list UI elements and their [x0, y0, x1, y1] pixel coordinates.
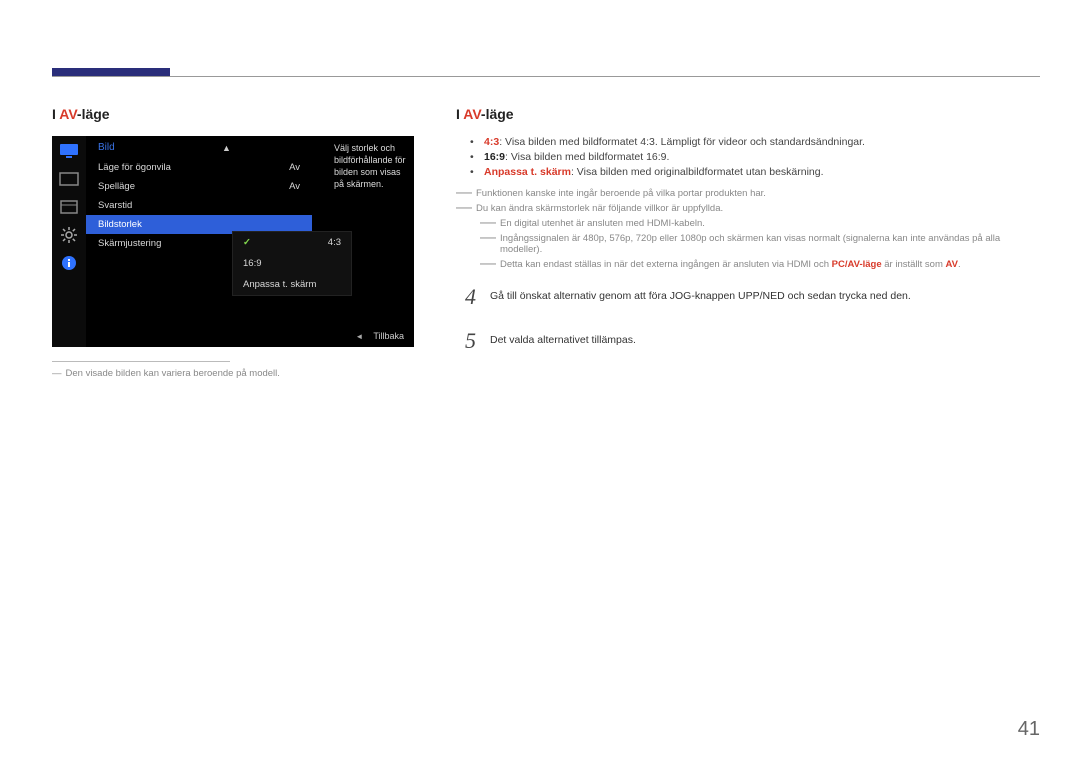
box-icon [58, 198, 80, 216]
check-icon: ✓ [243, 237, 251, 248]
bullet-lead: Anpassa t. skärm [484, 166, 571, 178]
heading-accent: AV [463, 106, 481, 122]
footnote-text: Den visade bilden kan variera beroende p… [66, 368, 280, 379]
step-text: Gå till önskat alternativ genom att föra… [490, 284, 911, 302]
info-icon [58, 254, 80, 272]
osd-row[interactable]: Svarstid [86, 196, 312, 215]
note-text: Ingångssignalen är 480p, 576p, 720p elle… [500, 233, 1040, 255]
osd-row[interactable]: Spelläge Av [86, 177, 312, 196]
note-line: ―En digital utenhet är ansluten med HDMI… [480, 218, 1040, 229]
step-number: 4 [456, 284, 476, 310]
bullet-list: 4:3: Visa bilden med bildformatet 4:3. L… [470, 136, 1040, 178]
step-number: 5 [456, 328, 476, 354]
note-text: Funktionen kanske inte ingår beroende på… [476, 188, 766, 199]
bullet-item: Anpassa t. skärm: Visa bilden med origin… [470, 166, 1040, 178]
bullet-lead: 16:9 [484, 151, 505, 163]
section-heading-right: I AV-läge [456, 106, 1040, 122]
osd-row-label: Spelläge [98, 181, 135, 192]
osd-row-value: Av [289, 181, 300, 192]
footnote: ―Den visade bilden kan variera beroende … [52, 368, 422, 379]
gear-icon [58, 226, 80, 244]
note-line: ―Detta kan endast ställas in när det ext… [480, 259, 1040, 270]
note-line: ―Du kan ändra skärmstorlek när följande … [456, 203, 1040, 214]
bullet-item: 4:3: Visa bilden med bildformatet 4:3. L… [470, 136, 1040, 148]
section-heading-left: I AV-läge [52, 106, 422, 122]
osd-sub-label: Anpassa t. skärm [243, 279, 316, 290]
triangle-left-icon: ◄ [355, 332, 363, 341]
note-text: Du kan ändra skärmstorlek när följande v… [476, 203, 723, 214]
osd-screenshot: Bild ▲ Läge för ögonvilaAv SpellägeAv Sv… [52, 136, 414, 347]
bullet-item: 16:9: Visa bilden med bildformatet 16:9. [470, 151, 1040, 163]
step-text: Det valda alternativet tillämpas. [490, 328, 636, 346]
note-text: Detta kan endast ställas in när det exte… [500, 259, 961, 270]
footnote-rule [52, 361, 230, 362]
osd-sub-row-selected[interactable]: ✓ 4:3 [233, 232, 351, 253]
osd-sub-label: 4:3 [328, 237, 341, 248]
osd-row-label: Svarstid [98, 200, 132, 211]
osd-sub-row[interactable]: 16:9 [233, 253, 351, 274]
step-item: 4 Gå till önskat alternativ genom att fö… [456, 284, 1040, 310]
osd-submenu: ✓ 4:3 16:9 Anpassa t. skärm [232, 231, 352, 296]
osd-sidebar [52, 136, 86, 347]
header-rule [52, 58, 1040, 86]
osd-back-label[interactable]: Tillbaka [373, 331, 404, 341]
heading-suffix: -läge [77, 106, 110, 122]
arrow-up-icon: ▲ [222, 143, 231, 153]
heading-accent: AV [59, 106, 77, 122]
osd-row-label: Bildstorlek [98, 219, 142, 230]
osd-sub-row[interactable]: Anpassa t. skärm [233, 274, 351, 295]
heading-suffix: -läge [481, 106, 514, 122]
osd-row-label: Läge för ögonvila [98, 162, 171, 173]
osd-sub-label: 16:9 [243, 258, 262, 269]
note-line: ―Funktionen kanske inte ingår beroende p… [456, 188, 1040, 199]
monitor-icon [58, 142, 80, 160]
osd-row[interactable]: Läge för ögonvila Av [86, 158, 312, 177]
osd-row-label: Skärmjustering [98, 238, 161, 249]
page-number: 41 [1018, 718, 1040, 741]
osd-help-text: Välj storlek och bildförhållande för bil… [326, 136, 414, 197]
bullet-text: : Visa bilden med bildformatet 4:3. Lämp… [499, 136, 865, 148]
step-item: 5 Det valda alternativet tillämpas. [456, 328, 1040, 354]
bullet-text: : Visa bilden med bildformatet 16:9. [505, 151, 669, 163]
note-text: En digital utenhet är ansluten med HDMI-… [500, 218, 705, 229]
osd-row-value: Av [289, 162, 300, 173]
bullet-text: : Visa bilden med originalbildformatet u… [571, 166, 824, 178]
bullet-lead: 4:3 [484, 136, 499, 148]
osd-footer: ◄ Tillbaka [355, 331, 404, 341]
rect-icon [58, 170, 80, 188]
note-line: ―Ingångssignalen är 480p, 576p, 720p ell… [480, 233, 1040, 255]
